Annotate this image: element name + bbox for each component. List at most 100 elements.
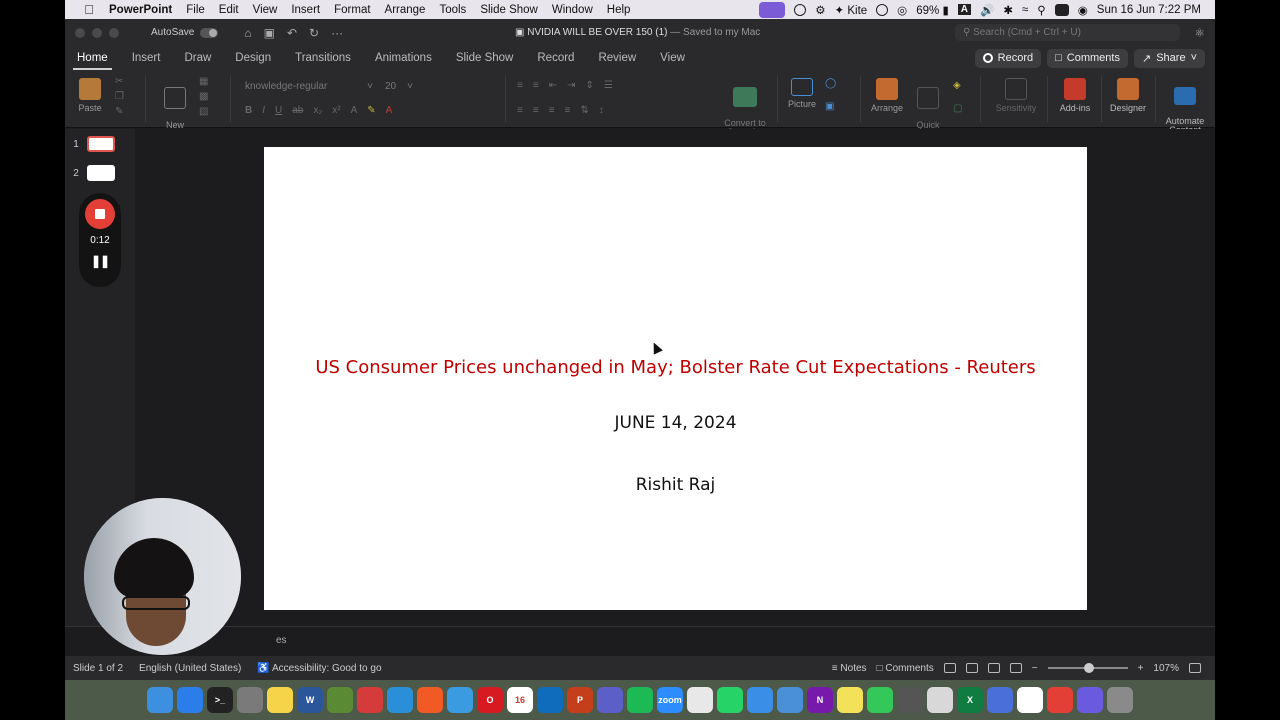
zoom-window-button[interactable] — [109, 27, 119, 38]
dock-word-icon[interactable]: W — [297, 687, 323, 713]
menu-edit[interactable]: Edit — [212, 4, 246, 16]
wifi-icon[interactable]: ≈ — [1022, 4, 1028, 16]
zoom-slider[interactable] — [1047, 663, 1128, 673]
search-input[interactable]: ⚲ Search (Cmd + Ctrl + U) — [955, 24, 1180, 41]
dock-acrobat-icon[interactable] — [687, 687, 713, 713]
dock-teams-icon[interactable] — [597, 687, 623, 713]
align-center-icon[interactable]: ≡ — [533, 105, 539, 116]
undo-icon[interactable]: ↶ — [287, 26, 297, 40]
picture-button[interactable]: Picture — [785, 78, 819, 109]
menu-insert[interactable]: Insert — [284, 4, 327, 16]
bullets-icon[interactable]: ≡ — [517, 80, 523, 91]
add-ins-button[interactable]: Add-ins — [1055, 78, 1095, 113]
menu-format[interactable]: Format — [327, 4, 377, 16]
underline-icon[interactable]: U — [275, 105, 282, 116]
font-size-select[interactable]: 20 ˅ — [377, 78, 417, 95]
kite-menu[interactable]: ✦ Kite — [835, 3, 868, 17]
shape-outline-icon[interactable]: ▢ — [953, 103, 962, 114]
menubar-clock[interactable]: Sun 16 Jun 7:22 PM — [1097, 4, 1201, 16]
dock-messages-icon[interactable] — [867, 687, 893, 713]
zoom-out-icon[interactable]: − — [1032, 663, 1038, 674]
highlight-icon[interactable]: ✎ — [367, 105, 375, 116]
dock-clock-icon[interactable] — [1017, 687, 1043, 713]
decrease-indent-icon[interactable]: ⇤ — [549, 80, 557, 91]
reset-icon[interactable]: ▩ — [199, 91, 208, 102]
autosave-toggle[interactable] — [200, 27, 219, 38]
dock-preview-icon[interactable] — [777, 687, 803, 713]
dock-whatsapp-icon[interactable] — [717, 687, 743, 713]
zoom-level[interactable]: 107% — [1153, 663, 1179, 674]
notes-button[interactable]: ≡ Notes — [832, 663, 867, 674]
tab-animations[interactable]: Animations — [363, 46, 444, 70]
share-button[interactable]: ↗ Share ˅ — [1133, 48, 1205, 68]
save-icon[interactable]: ▣ — [264, 26, 275, 40]
control-center-icon[interactable] — [1054, 3, 1069, 16]
fit-to-window-icon[interactable] — [1189, 663, 1201, 673]
italic-icon[interactable]: I — [262, 105, 265, 116]
accessibility-status[interactable]: ♿ Accessibility: Good to go — [249, 663, 389, 674]
dock-minecraft-icon[interactable] — [327, 687, 353, 713]
spotlight-icon[interactable]: ⚲ — [1037, 3, 1045, 17]
slide-date[interactable]: JUNE 14, 2024 — [264, 413, 1087, 433]
shape-fill-icon[interactable]: ◈ — [953, 80, 962, 91]
tab-design[interactable]: Design — [223, 46, 283, 70]
siri-icon[interactable]: ◉ — [1078, 3, 1088, 17]
dock-screen-sharing-icon[interactable] — [987, 687, 1013, 713]
dock-mail-icon[interactable] — [747, 687, 773, 713]
dock-app-store-icon[interactable] — [177, 687, 203, 713]
numbering-icon[interactable]: ≡ — [533, 80, 539, 91]
tab-insert[interactable]: Insert — [120, 46, 173, 70]
tab-draw[interactable]: Draw — [172, 46, 223, 70]
slide-thumbnail-2[interactable]: 2 — [65, 163, 135, 183]
slide-headline[interactable]: US Consumer Prices unchanged in May; Bol… — [264, 357, 1087, 378]
strikethrough-icon[interactable]: ab — [292, 105, 303, 116]
dock-outlook-icon[interactable] — [537, 687, 563, 713]
battery-status[interactable]: 69% ▮ — [916, 3, 949, 17]
columns-icon[interactable]: ☰ — [604, 80, 613, 91]
zoom-in-icon[interactable]: + — [1138, 663, 1144, 674]
dock-spotify-icon[interactable] — [627, 687, 653, 713]
dock-safari-icon[interactable] — [447, 687, 473, 713]
align-right-icon[interactable]: ≡ — [549, 105, 555, 116]
info-icon[interactable] — [876, 3, 889, 16]
dock-zoom-icon[interactable]: zoom — [657, 687, 683, 713]
normal-view-icon[interactable] — [943, 663, 956, 673]
dock-system-settings-icon[interactable] — [237, 687, 263, 713]
dock-excel-icon[interactable]: X — [957, 687, 983, 713]
menu-app-name[interactable]: PowerPoint — [99, 4, 179, 16]
sensitivity-button[interactable]: Sensitivity — [993, 78, 1039, 113]
tab-home[interactable]: Home — [65, 46, 120, 70]
format-painter-icon[interactable]: ✎ — [115, 106, 124, 117]
volume-icon[interactable]: 🔊 — [980, 3, 994, 17]
stop-recording-button[interactable] — [85, 199, 115, 229]
tab-transitions[interactable]: Transitions — [283, 46, 363, 70]
dock-powerpoint-icon[interactable]: P — [567, 687, 593, 713]
shapes-icon[interactable]: ◯ — [825, 78, 836, 89]
bluetooth-icon[interactable]: ✱ — [1003, 3, 1013, 17]
increase-indent-icon[interactable]: ⇥ — [567, 80, 575, 91]
text-effects-icon[interactable]: A — [351, 105, 358, 116]
text-box-icon[interactable]: ▣ — [825, 101, 836, 112]
dock-script-editor-icon[interactable] — [927, 687, 953, 713]
slide-sorter-icon[interactable] — [965, 663, 978, 673]
dock-opera-icon[interactable]: O — [477, 687, 503, 713]
slide-thumbnail-1[interactable]: 1 — [65, 134, 135, 154]
dock-calendar-icon[interactable]: 16 — [507, 687, 533, 713]
dock-vscode-icon[interactable] — [387, 687, 413, 713]
language-status[interactable]: English (United States) — [131, 663, 249, 674]
reading-view-icon[interactable] — [987, 663, 1000, 673]
more-icon[interactable]: ··· — [331, 26, 343, 40]
text-direction-icon[interactable]: ⇅ — [580, 105, 588, 116]
comments-button[interactable]: □ Comments — [1047, 48, 1128, 68]
slideshow-view-icon[interactable] — [1009, 663, 1022, 673]
airdrop-icon[interactable]: ◎ — [897, 3, 907, 17]
align-text-icon[interactable]: ↕ — [599, 105, 604, 116]
menu-window[interactable]: Window — [545, 4, 600, 16]
comments-status-button[interactable]: □ Comments — [877, 663, 934, 674]
section-icon[interactable]: ▧ — [199, 106, 208, 117]
slide-canvas[interactable]: US Consumer Prices unchanged in May; Bol… — [264, 147, 1087, 610]
justify-icon[interactable]: ≡ — [565, 105, 571, 116]
dock-recorder-icon[interactable] — [1047, 687, 1073, 713]
home-icon[interactable]: ⌂ — [244, 26, 251, 40]
arrange-button[interactable]: Arrange — [869, 78, 905, 113]
